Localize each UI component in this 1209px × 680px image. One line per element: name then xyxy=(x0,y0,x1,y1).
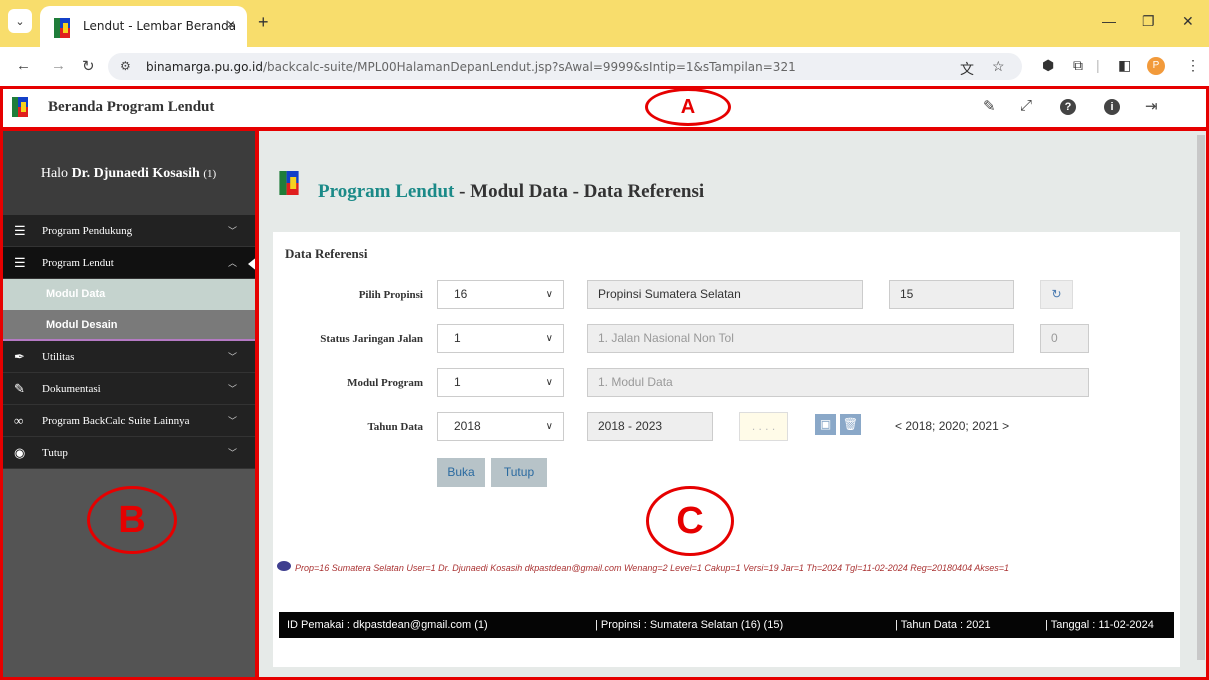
annotation-label-a: A xyxy=(645,88,731,126)
extension-shield-icon[interactable]: ⬢ xyxy=(1042,57,1054,74)
browser-tabstrip: ⌄ Lendut - Lembar Beranda × + — ❐ ✕ xyxy=(0,0,1209,47)
new-tab-button[interactable]: + xyxy=(258,13,269,31)
toolbar-divider: | xyxy=(1096,57,1100,73)
forward-icon[interactable]: → xyxy=(51,57,66,74)
tab-search-button[interactable]: ⌄ xyxy=(8,9,32,33)
browser-tab[interactable]: Lendut - Lembar Beranda × xyxy=(40,6,247,47)
side-panel-icon[interactable]: ◧ xyxy=(1118,57,1131,74)
tab-favicon-icon xyxy=(54,18,70,38)
profile-avatar[interactable]: P xyxy=(1147,57,1165,75)
annotation-label-b: B xyxy=(87,486,177,554)
site-settings-icon[interactable]: ⚙ xyxy=(120,59,131,73)
browser-toolbar: ← → ↻ ⚙ binamarga.pu.go.id/backcalc-suit… xyxy=(0,47,1209,85)
reload-icon[interactable]: ↻ xyxy=(82,57,95,75)
restore-icon[interactable]: ❐ xyxy=(1142,13,1155,30)
translate-icon[interactable]: 文 xyxy=(960,59,974,79)
address-bar[interactable]: ⚙ binamarga.pu.go.id/backcalc-suite/MPL0… xyxy=(108,53,1022,80)
back-icon[interactable]: ← xyxy=(16,57,31,74)
annotation-box-a xyxy=(0,86,1209,130)
minimize-icon[interactable]: — xyxy=(1102,13,1116,29)
tab-close-icon[interactable]: × xyxy=(227,16,235,32)
url-text: binamarga.pu.go.id/backcalc-suite/MPL00H… xyxy=(146,60,796,74)
annotation-box-b xyxy=(0,128,258,680)
bookmark-star-icon[interactable]: ☆ xyxy=(992,58,1005,75)
browser-menu-icon[interactable]: ⋮ xyxy=(1186,57,1200,74)
extensions-puzzle-icon[interactable]: ⧉ xyxy=(1073,57,1083,74)
window-close-icon[interactable]: ✕ xyxy=(1182,13,1194,30)
annotation-box-c xyxy=(256,128,1209,680)
annotation-label-c: C xyxy=(646,486,734,556)
tab-title: Lendut - Lembar Beranda xyxy=(83,19,237,33)
